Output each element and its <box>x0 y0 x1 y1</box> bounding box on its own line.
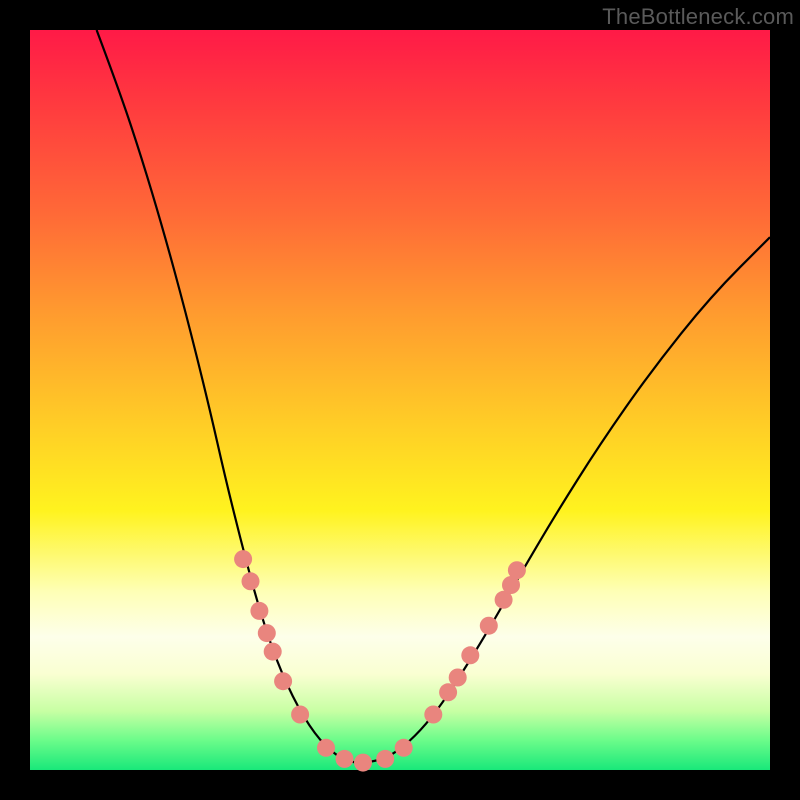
bottleneck-curve <box>97 30 770 763</box>
scatter-dot <box>508 561 526 579</box>
scatter-dot <box>274 672 292 690</box>
watermark-text: TheBottleneck.com <box>602 4 794 30</box>
scatter-dot <box>439 683 457 701</box>
scatter-dot <box>449 669 467 687</box>
scatter-dot <box>264 643 282 661</box>
scatter-dot <box>258 624 276 642</box>
scatter-dot <box>291 706 309 724</box>
scatter-dot <box>354 754 372 772</box>
scatter-dot <box>480 617 498 635</box>
scatter-dot <box>336 750 354 768</box>
scatter-dot <box>250 602 268 620</box>
scatter-dot <box>424 706 442 724</box>
plot-area <box>30 30 770 770</box>
scatter-dot <box>242 572 260 590</box>
scatter-dot <box>395 739 413 757</box>
scatter-dot <box>461 646 479 664</box>
chart-svg <box>30 30 770 770</box>
scatter-dot <box>234 550 252 568</box>
scatter-dot <box>317 739 335 757</box>
chart-frame: TheBottleneck.com <box>0 0 800 800</box>
scatter-dot <box>376 750 394 768</box>
